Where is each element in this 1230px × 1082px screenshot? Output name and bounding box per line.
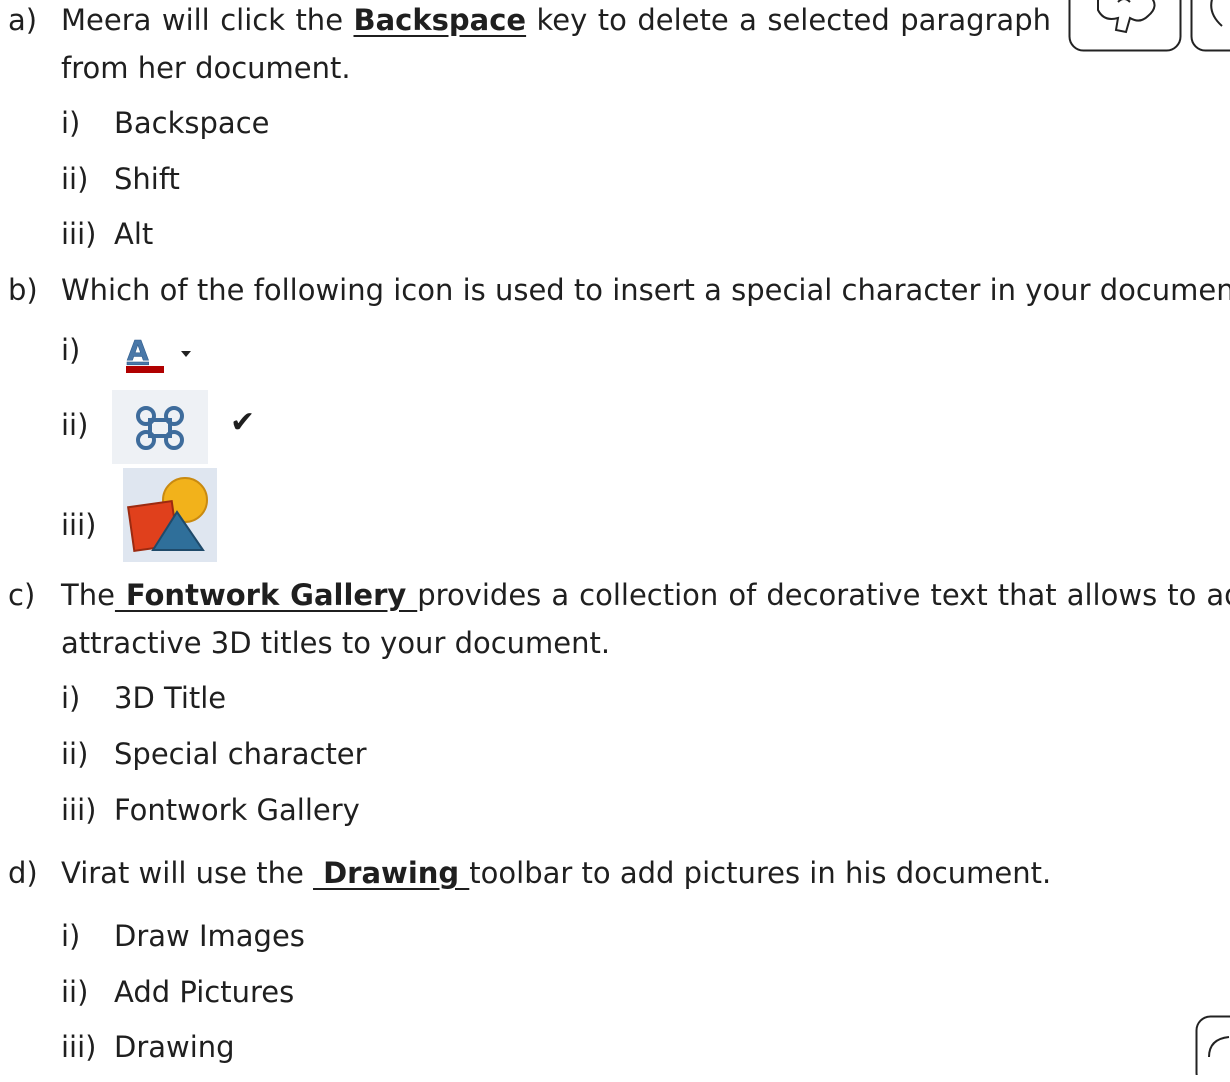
option-a-iii-text: Alt xyxy=(114,217,153,251)
question-c-answer: Fontwork Gallery xyxy=(115,578,417,612)
question-d-text-before: Virat will use the xyxy=(61,856,313,890)
option-c-i-label: i) xyxy=(61,681,80,715)
option-c-ii-text: Special character xyxy=(114,737,367,771)
question-a-line2: from her document. xyxy=(61,51,351,85)
question-d-answer: Drawing xyxy=(313,856,469,890)
option-b-iii-label: iii) xyxy=(61,508,97,542)
option-b-i-label: i) xyxy=(61,333,80,367)
option-d-iii-label: iii) xyxy=(61,1030,97,1064)
question-d-text-after: toolbar to add pictures in his document. xyxy=(469,856,1051,890)
option-a-ii-label: ii) xyxy=(61,162,88,196)
svg-text:A: A xyxy=(127,334,149,367)
option-a-iii-label: iii) xyxy=(61,217,97,251)
question-c-line2: attractive 3D titles to your document. xyxy=(61,626,610,660)
option-d-i-label: i) xyxy=(61,919,80,953)
question-b-text: Which of the following icon is used to i… xyxy=(61,273,1230,307)
option-c-iii-label: iii) xyxy=(61,793,97,827)
font-color-icon: A xyxy=(115,324,211,388)
question-c-line1: The Fontwork Gallery provides a collecti… xyxy=(61,578,1230,612)
option-c-i-text: 3D Title xyxy=(114,681,226,715)
special-character-icon xyxy=(112,390,208,464)
basic-shapes-icon xyxy=(123,468,217,562)
question-c-label: c) xyxy=(8,578,35,612)
option-d-i-text: Draw Images xyxy=(114,919,305,953)
clipart-head-icon xyxy=(1190,0,1230,52)
question-a-text-after: key to delete a selected paragraph xyxy=(526,3,1051,37)
option-a-i-label: i) xyxy=(61,106,80,140)
clipart-corner-icon xyxy=(1195,1015,1230,1075)
question-a-line1: Meera will click the Backspace key to de… xyxy=(61,3,1051,37)
question-b-label: b) xyxy=(8,273,38,307)
question-a-answer: Backspace xyxy=(353,3,526,37)
question-c-text-after: provides a collection of decorative text… xyxy=(417,578,1230,612)
question-d-line1: Virat will use the Drawing toolbar to ad… xyxy=(61,856,1051,890)
option-c-iii-text: Fontwork Gallery xyxy=(114,793,360,827)
option-c-ii-label: ii) xyxy=(61,737,88,771)
option-d-ii-text: Add Pictures xyxy=(114,975,294,1009)
question-d-label: d) xyxy=(8,856,38,890)
option-d-ii-label: ii) xyxy=(61,975,88,1009)
option-d-iii-text: Drawing xyxy=(114,1030,235,1064)
option-a-i-text: Backspace xyxy=(114,106,269,140)
correct-check-icon: ✔ xyxy=(230,405,255,440)
clipart-brain-icon xyxy=(1068,0,1182,52)
option-b-ii-label: ii) xyxy=(61,408,88,442)
option-a-ii-text: Shift xyxy=(114,162,180,196)
question-a-text-before: Meera will click the xyxy=(61,3,353,37)
question-a-label: a) xyxy=(8,3,37,37)
question-c-text-before: The xyxy=(61,578,115,612)
